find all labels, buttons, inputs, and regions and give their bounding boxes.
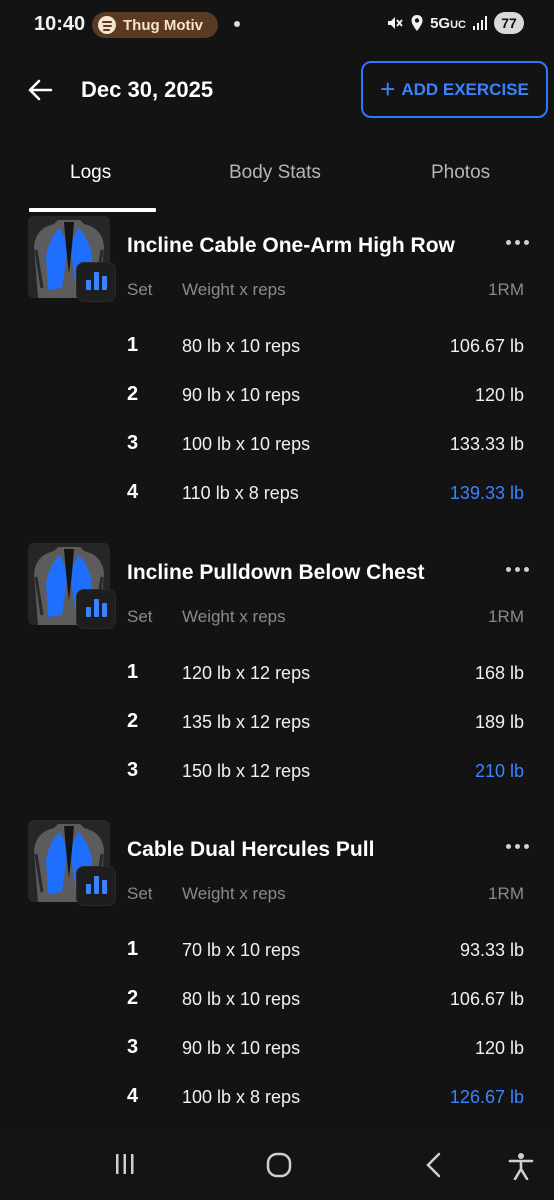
spotify-icon [98, 16, 116, 34]
col-set: Set [127, 607, 153, 626]
set-number: 1 [127, 334, 139, 356]
col-set: Set [127, 884, 153, 903]
progress-chart-icon[interactable] [76, 866, 116, 906]
col-set: Set [127, 280, 153, 299]
media-notification-pill[interactable]: Thug Motiv [92, 12, 218, 38]
active-tab-indicator [29, 208, 156, 212]
more-options-icon[interactable] [506, 844, 529, 849]
col-one-rm: 1RM [488, 884, 524, 903]
one-rm-value: 120 lb [474, 1038, 524, 1058]
set-row[interactable]: 1 80 lb x 10 reps 106.67 lb [0, 334, 554, 383]
weight-reps: 90 lb x 10 reps [182, 1038, 301, 1058]
set-row[interactable]: 4 110 lb x 8 reps 139.33 lb [0, 481, 554, 530]
one-rm-value: 168 lb [474, 663, 524, 683]
one-rm-value: 106.67 lb [449, 336, 524, 356]
arrow-left-icon[interactable] [26, 76, 54, 104]
set-number: 2 [127, 710, 139, 732]
set-row[interactable]: 1 120 lb x 12 reps 168 lb [0, 661, 554, 710]
weight-reps: 100 lb x 8 reps [182, 1087, 301, 1107]
header: Dec 30, 2025 + ADD EXERCISE [0, 60, 554, 120]
weight-reps: 135 lb x 12 reps [182, 712, 311, 732]
exercise-name[interactable]: Incline Cable One-Arm High Row [127, 234, 455, 258]
back-chevron-icon[interactable] [424, 1152, 442, 1178]
system-nav-bar [0, 1130, 554, 1200]
add-exercise-label: ADD EXERCISE [401, 79, 529, 99]
notification-dot [234, 21, 240, 27]
set-number: 4 [127, 481, 139, 503]
media-text: Thug Motiv [123, 16, 203, 34]
col-weight-reps: Weight x reps [182, 280, 286, 299]
col-one-rm: 1RM [488, 607, 524, 626]
weight-reps: 80 lb x 10 reps [182, 336, 301, 356]
weight-reps: 120 lb x 12 reps [182, 663, 311, 683]
weight-reps: 70 lb x 10 reps [182, 940, 301, 960]
weight-reps: 90 lb x 10 reps [182, 385, 301, 405]
set-row[interactable]: 4 100 lb x 8 reps 126.67 lb [0, 1085, 554, 1134]
battery-indicator: 77 [494, 12, 524, 34]
set-row[interactable]: 2 90 lb x 10 reps 120 lb [0, 383, 554, 432]
tab-logs[interactable]: Logs [70, 162, 111, 184]
tab-photos[interactable]: Photos [431, 162, 490, 184]
add-exercise-button[interactable]: + ADD EXERCISE [361, 61, 548, 118]
one-rm-value: 189 lb [474, 712, 524, 732]
exercise-name[interactable]: Incline Pulldown Below Chest [127, 561, 425, 585]
set-number: 2 [127, 383, 139, 405]
page-title: Dec 30, 2025 [81, 77, 214, 102]
plus-icon: + [380, 73, 396, 104]
col-weight-reps: Weight x reps [182, 607, 286, 626]
set-row[interactable]: 2 80 lb x 10 reps 106.67 lb [0, 987, 554, 1036]
set-number: 1 [127, 661, 139, 683]
more-options-icon[interactable] [506, 240, 529, 245]
status-bar: 10:40 Thug Motiv 5GUC 77 [0, 0, 554, 48]
weight-reps: 100 lb x 10 reps [182, 434, 311, 454]
set-row[interactable]: 2 135 lb x 12 reps 189 lb [0, 710, 554, 759]
one-rm-value: 93.33 lb [459, 940, 524, 960]
progress-chart-icon[interactable] [76, 262, 116, 302]
one-rm-best-value: 126.67 lb [449, 1087, 524, 1107]
set-row[interactable]: 3 150 lb x 12 reps 210 lb [0, 759, 554, 808]
progress-chart-icon[interactable] [76, 589, 116, 629]
set-number: 3 [127, 1036, 139, 1058]
set-number: 2 [127, 987, 139, 1009]
set-number: 3 [127, 759, 139, 781]
location-icon [411, 15, 423, 31]
one-rm-value: 133.33 lb [449, 434, 524, 454]
tab-bar: Logs Body Stats Photos [0, 150, 554, 212]
status-time: 10:40 [34, 13, 86, 35]
set-row[interactable]: 3 100 lb x 10 reps 133.33 lb [0, 432, 554, 481]
one-rm-value: 106.67 lb [449, 989, 524, 1009]
weight-reps: 80 lb x 10 reps [182, 989, 301, 1009]
one-rm-best-value: 139.33 lb [449, 483, 524, 503]
app-screen: 10:40 Thug Motiv 5GUC 77 Dec 30, 2025 + … [0, 0, 554, 1200]
weight-reps: 110 lb x 8 reps [182, 483, 299, 503]
tab-body-stats[interactable]: Body Stats [229, 162, 321, 184]
col-weight-reps: Weight x reps [182, 884, 286, 903]
weight-reps: 150 lb x 12 reps [182, 761, 311, 781]
network-type: 5GUC [430, 14, 466, 32]
status-icons: 5GUC 77 [386, 12, 524, 34]
recents-icon[interactable] [114, 1152, 136, 1176]
signal-icon [473, 16, 487, 30]
more-options-icon[interactable] [506, 567, 529, 572]
set-row[interactable]: 3 90 lb x 10 reps 120 lb [0, 1036, 554, 1085]
col-one-rm: 1RM [488, 280, 524, 299]
exercise-name[interactable]: Cable Dual Hercules Pull [127, 838, 374, 862]
set-number: 3 [127, 432, 139, 454]
mute-icon [388, 17, 403, 29]
one-rm-best-value: 210 lb [474, 761, 524, 781]
set-number: 4 [127, 1085, 139, 1107]
accessibility-icon[interactable] [508, 1152, 534, 1180]
set-number: 1 [127, 938, 139, 960]
home-icon[interactable] [266, 1152, 292, 1178]
one-rm-value: 120 lb [474, 385, 524, 405]
set-row[interactable]: 1 70 lb x 10 reps 93.33 lb [0, 938, 554, 987]
